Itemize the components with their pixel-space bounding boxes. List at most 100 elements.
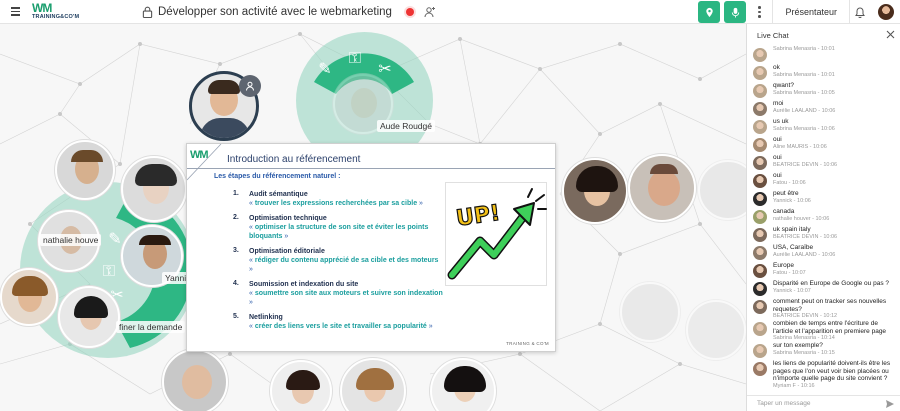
participant-tile[interactable] (121, 156, 187, 222)
logo-text: TRAINING&CO'M (32, 14, 80, 20)
logo-mark: WM (32, 1, 52, 15)
participant-tile[interactable] (55, 140, 115, 200)
chat-message-meta: BEATRICE DEVIN - 10:12 (773, 313, 838, 319)
up-text: UP! (455, 201, 502, 232)
top-bar: WM TRAINING&CO'M Développer son activité… (0, 0, 900, 24)
presenter-button[interactable]: Présentateur (773, 7, 849, 17)
step-heading: Netlinking (249, 314, 283, 321)
chat-message: Europe Fatou - 10:07 (747, 262, 900, 280)
chat-message: comment peut on tracker ses nouvelles re… (747, 298, 900, 320)
session-title: Développer son activité avec le webmarke… (158, 5, 392, 18)
step-description: « trouver les expressions recherchées pa… (249, 200, 423, 207)
key-icon[interactable]: ⚿ (102, 263, 116, 280)
close-icon[interactable] (885, 29, 896, 40)
participant-tile[interactable] (58, 286, 120, 348)
more-options-icon[interactable] (752, 1, 766, 23)
chat-message: combien de temps entre l'écriture de l'a… (747, 320, 900, 342)
slide-step: 4. Soumission et indexation du site « so… (233, 280, 443, 307)
slide-title: Introduction au référencement (227, 154, 361, 165)
chat-input[interactable]: Taper un message (747, 395, 900, 411)
chat-avatar (753, 246, 767, 260)
chat-avatar (753, 138, 767, 152)
chat-input-placeholder: Taper un message (757, 400, 811, 407)
step-number: 5. (233, 313, 239, 320)
slide-subtitle: Les étapes du référencement naturel : (214, 173, 341, 180)
chat-message-text: Disparité en Europe de Google ou pas ? (773, 280, 889, 287)
chat-avatar (753, 192, 767, 206)
step-heading: Optimisation éditoriale (249, 248, 325, 255)
step-description: « optimiser la structure de son site et … (249, 224, 429, 240)
chat-messages[interactable]: Sabrina Menasria - 10:01 ok Sabrina Menasr… (747, 46, 900, 391)
chat-message-text: ok (773, 64, 780, 71)
microphone-button[interactable] (724, 1, 747, 23)
chat-avatar (753, 300, 767, 314)
chat-avatar (753, 210, 767, 224)
chat-message-meta: Fatou - 10:06 (773, 179, 806, 186)
chat-avatar (753, 228, 767, 242)
chat-avatar (753, 102, 767, 116)
menu-icon[interactable] (4, 0, 26, 24)
pen-icon[interactable]: ✎ (108, 231, 122, 248)
header-actions: Présentateur (698, 0, 900, 24)
chat-message-meta: Myriam F - 10:16 (773, 382, 815, 389)
user-avatar[interactable] (878, 4, 894, 20)
chat-message-meta: Sabrina Menasria - 10:01 (773, 46, 835, 52)
step-number: 1. (233, 190, 239, 197)
step-description: « créer des liens vers le site et travai… (249, 323, 433, 330)
chat-message-meta: BEATRICE DEVIN - 10:06 (773, 233, 838, 240)
chat-message-text: qwant? (773, 82, 794, 89)
chat-message-meta: Aurélie LAALAND - 10:06 (773, 251, 836, 258)
chat-message-text: sur ton exemple? (773, 342, 823, 349)
chat-avatar (753, 344, 767, 358)
chat-message-meta: Yannick - 10:07 (773, 287, 811, 294)
participant-tile[interactable] (686, 300, 746, 360)
chat-message-meta: BEATRICE DEVIN - 10:06 (773, 161, 838, 168)
notification-bell[interactable] (850, 6, 870, 18)
chat-message-meta: Sabrina Menasria - 10:05 (773, 89, 835, 96)
chat-message: Sabrina Menasria - 10:01 (747, 46, 900, 64)
presenter-badge (239, 75, 261, 97)
logo[interactable]: WM TRAINING&CO'M (32, 1, 112, 20)
participant-tile[interactable] (628, 154, 696, 222)
chat-header: Live Chat (747, 24, 900, 46)
slide-steps: 1. Audit sémantique « trouver les expres… (233, 190, 443, 337)
chat-message: USA, Caraïbe Aurélie LAALAND - 10:06 (747, 244, 900, 262)
recording-indicator (405, 7, 414, 16)
chat-message-text: oui (773, 154, 782, 161)
send-icon[interactable] (885, 399, 895, 409)
presentation-slide: WM Introduction au référencement Les éta… (186, 143, 556, 352)
chat-message-text: uk spain italy (773, 226, 811, 233)
participant-tile[interactable] (620, 282, 680, 342)
up-arrow-illustration: UP! (447, 188, 547, 280)
participant-tile[interactable] (562, 158, 628, 224)
participant-tile[interactable] (0, 268, 58, 326)
chat-avatar (753, 84, 767, 98)
participant-tile[interactable] (162, 349, 228, 411)
chat-message-text: us uk (773, 118, 789, 125)
chat-title: Live Chat (757, 30, 789, 40)
pen-icon[interactable]: ✎ (318, 61, 332, 78)
chat-message: uk spain italy BEATRICE DEVIN - 10:06 (747, 226, 900, 244)
user-icon (246, 81, 254, 91)
growth-illustration: UP! (445, 182, 547, 286)
chat-message-text: les liens de popularité doivent-ils être… (773, 360, 891, 382)
location-button[interactable] (698, 1, 721, 23)
chat-message: oui BEATRICE DEVIN - 10:06 (747, 154, 900, 172)
chat-message-meta: Aline MAURIS - 10:06 (773, 143, 827, 150)
tools-icon[interactable]: ✂ (378, 61, 392, 78)
chat-message-text: canada (773, 208, 795, 215)
chat-message-meta: Sabrina Menasria - 10:06 (773, 125, 835, 132)
step-number: 4. (233, 280, 239, 287)
add-user-icon[interactable] (424, 6, 436, 18)
bell-icon (855, 6, 865, 18)
slide-step: 3. Optimisation éditoriale « rédiger du … (233, 247, 443, 274)
chat-message-meta: Sabrina Menasria - 10:15 (773, 349, 835, 356)
chat-message-text: combien de temps entre l'écriture de l'a… (773, 320, 887, 335)
chat-message-meta: Sabrina Menasria - 10:14 (773, 335, 835, 341)
key-icon[interactable]: ⚿ (348, 50, 362, 67)
live-chat-panel: Live Chat Sabrina Menasria - 10:01 ok Sabr… (746, 24, 900, 411)
chat-message-meta: nathalie houver - 10:06 (773, 215, 830, 222)
chat-avatar (753, 48, 767, 62)
slide-divider (187, 168, 555, 169)
chat-message-text: comment peut on tracker ses nouvelles re… (773, 298, 887, 313)
